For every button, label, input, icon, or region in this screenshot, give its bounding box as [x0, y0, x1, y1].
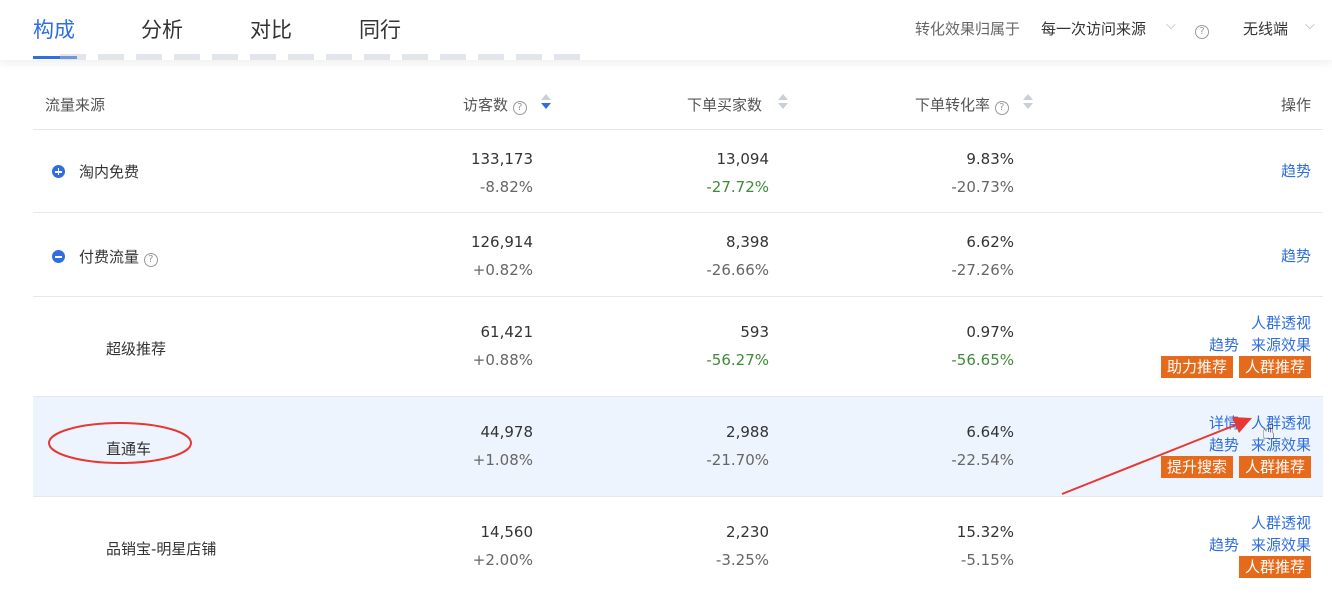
table-row: 超级推荐 61,421 +0.88% 593 -56.27% 0.97% -56.65…	[33, 297, 1323, 397]
visitors-cell: 61,421 +0.88%	[472, 323, 533, 369]
chevron-down-icon[interactable]: ⌵	[1166, 18, 1176, 33]
crowd-recommend-button[interactable]: 人群推荐	[1238, 456, 1311, 478]
chevron-down-icon[interactable]: ⌵	[1305, 18, 1315, 33]
visitors-cell: 44,978 +1.08%	[472, 423, 533, 469]
table-row: 品销宝-明星店铺 14,560 +2.00% 2,230 -3.25% 15.32%…	[33, 497, 1323, 594]
traffic-source-table: 流量来源 访客数 ? 下单买家数 下单转化率 ? 操作 淘内免费 133,173…	[33, 60, 1323, 594]
trend-link[interactable]: 趋势	[1281, 247, 1311, 265]
boost-search-button[interactable]: 提升搜索	[1160, 456, 1233, 478]
table-row: 直通车 44,978 +1.08% 2,988 -21.70% 6.64% -22.5…	[33, 397, 1323, 497]
row-actions: 人群透视 趋势 来源效果 助力推荐 人群推荐	[1155, 312, 1311, 378]
source-effect-link[interactable]: 来源效果	[1251, 336, 1311, 354]
top-bar: 构成 分析 对比 同行 转化效果归属于 每一次访问来源 ⌵ ? 无线端 ⌵	[0, 0, 1332, 60]
conversion-cell: 6.64% -22.54%	[951, 423, 1014, 469]
attribution-label: 转化效果归属于	[915, 20, 1021, 38]
row-actions: 趋势	[1281, 245, 1311, 267]
row-actions: 人群透视 趋势 来源效果 人群推荐	[1209, 512, 1311, 578]
trend-link[interactable]: 趋势	[1209, 436, 1239, 454]
conversion-cell: 0.97% -56.65%	[951, 323, 1014, 369]
trend-link[interactable]: 趋势	[1209, 336, 1239, 354]
boost-recommend-button[interactable]: 助力推荐	[1160, 356, 1233, 378]
header-buyers[interactable]: 下单买家数	[687, 94, 762, 115]
crowd-recommend-button[interactable]: 人群推荐	[1238, 356, 1311, 378]
table-row: 付费流量 ? 126,914 +0.82% 8,398 -26.66% 6.62% -…	[33, 213, 1323, 297]
crowd-insight-link[interactable]: 人群透视	[1251, 314, 1311, 332]
sort-buyers-icon[interactable]	[778, 94, 788, 110]
buyers-cell: 2,230 -3.25%	[715, 523, 769, 569]
visitors-cell: 126,914 +0.82%	[470, 233, 533, 279]
row-source-name: 直通车	[106, 440, 152, 458]
crowd-insight-link[interactable]: 人群透视	[1251, 414, 1311, 432]
visitors-cell: 14,560 +2.00%	[472, 523, 533, 569]
buyers-cell: 2,988 -21.70%	[706, 423, 769, 469]
trend-link[interactable]: 趋势	[1281, 162, 1311, 180]
help-icon[interactable]: ?	[1195, 20, 1209, 39]
sort-visitors-icon[interactable]	[541, 94, 551, 110]
visitors-cell: 133,173 -8.82%	[470, 150, 533, 196]
conversion-cell: 15.32% -5.15%	[956, 523, 1014, 569]
row-actions: 详情 人群透视 趋势 来源效果 提升搜索 人群推荐	[1155, 412, 1311, 478]
row-source-name: 淘内免费	[79, 163, 140, 181]
scrolled-content-ghost	[60, 54, 580, 60]
buyers-cell: 593 -56.27%	[706, 323, 769, 369]
tab-analysis[interactable]: 分析	[141, 14, 183, 44]
row-actions: 趋势	[1281, 160, 1311, 182]
details-link[interactable]: 详情	[1209, 414, 1239, 432]
row-source-name: 超级推荐	[106, 340, 167, 358]
conversion-cell: 9.83% -20.73%	[951, 150, 1014, 196]
crowd-insight-link[interactable]: 人群透视	[1251, 514, 1311, 532]
help-icon[interactable]: ?	[512, 101, 527, 115]
attribution-select[interactable]: 每一次访问来源	[1041, 18, 1146, 39]
buyers-cell: 8,398 -26.66%	[706, 233, 769, 279]
device-select[interactable]: 无线端	[1243, 18, 1288, 39]
buyers-cell: 13,094 -27.72%	[706, 150, 769, 196]
tab-compare[interactable]: 对比	[250, 14, 292, 44]
collapse-icon[interactable]	[52, 250, 65, 263]
sort-conversion-icon[interactable]	[1023, 94, 1033, 110]
header-source: 流量来源	[45, 96, 106, 114]
source-effect-link[interactable]: 来源效果	[1251, 436, 1311, 454]
header-visitors[interactable]: 访客数 ?	[463, 94, 527, 115]
table-header: 流量来源 访客数 ? 下单买家数 下单转化率 ? 操作	[33, 60, 1323, 130]
help-icon[interactable]: ?	[994, 101, 1009, 115]
tab-composition[interactable]: 构成	[33, 14, 75, 44]
row-source-name: 付费流量 ?	[79, 246, 158, 267]
header-ops: 操作	[1280, 96, 1311, 114]
table-row: 淘内免费 133,173 -8.82% 13,094 -27.72% 9.83% -2…	[33, 130, 1323, 213]
help-icon[interactable]: ?	[143, 253, 158, 267]
crowd-recommend-button[interactable]: 人群推荐	[1238, 556, 1311, 578]
header-conversion[interactable]: 下单转化率 ?	[915, 94, 1009, 115]
tab-peers[interactable]: 同行	[359, 14, 401, 44]
expand-icon[interactable]	[52, 165, 65, 178]
row-source-name: 品销宝-明星店铺	[106, 540, 217, 558]
source-effect-link[interactable]: 来源效果	[1251, 536, 1311, 554]
hand-cursor-icon: ☝	[1262, 420, 1276, 445]
trend-link[interactable]: 趋势	[1209, 536, 1239, 554]
conversion-cell: 6.62% -27.26%	[951, 233, 1014, 279]
